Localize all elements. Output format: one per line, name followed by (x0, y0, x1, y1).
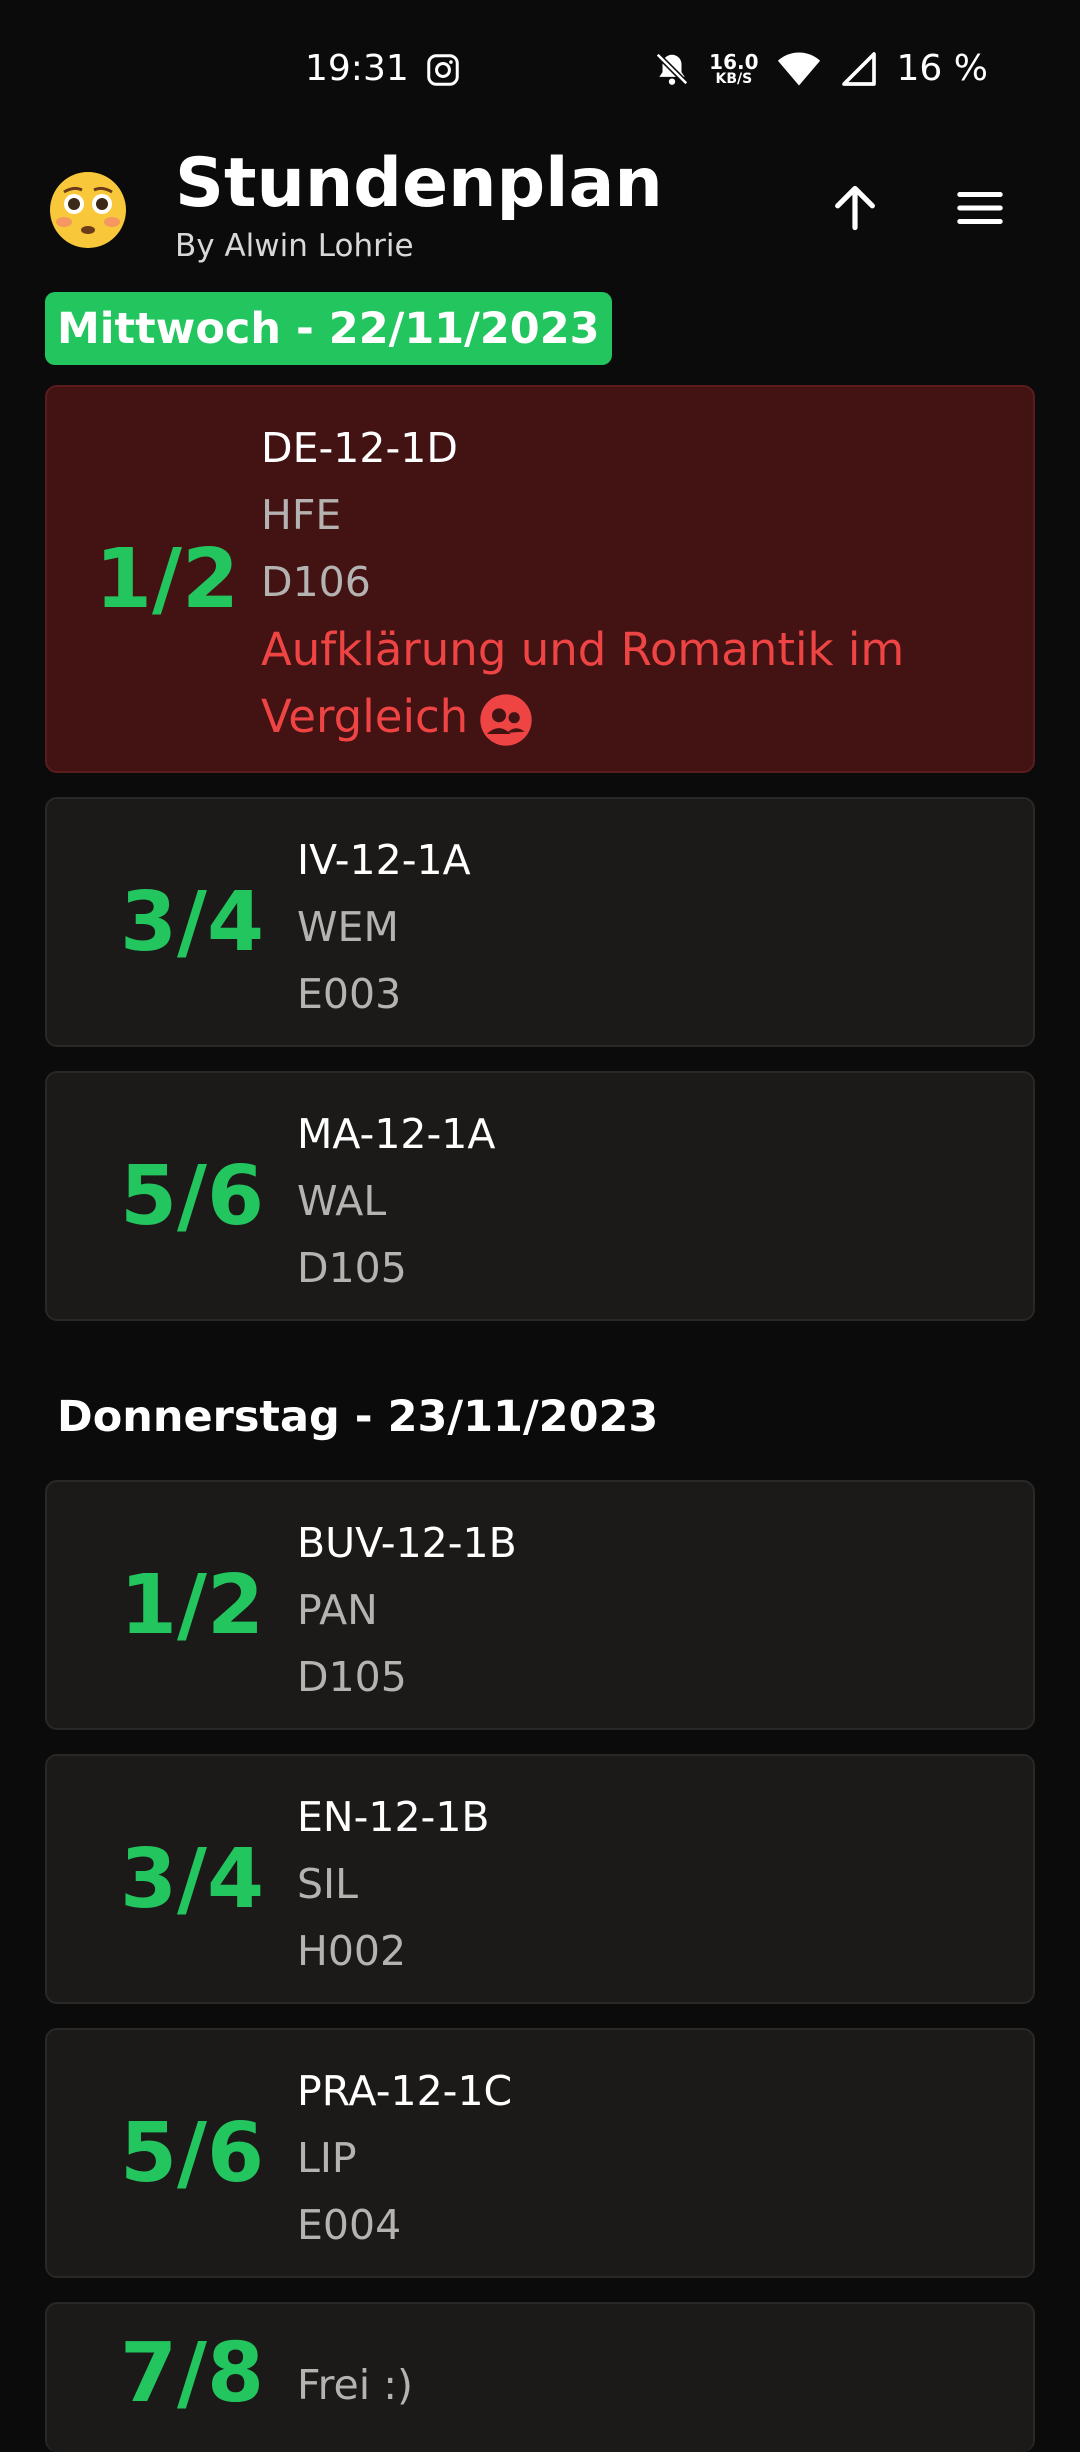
day-heading: Mittwoch - 22/11/2023 (45, 292, 612, 365)
period-number: 1/2 (119, 1557, 265, 1653)
lesson-note-text: Aufklärung und Romantik im Vergleich (261, 623, 905, 743)
lesson-card[interactable]: 5/6 PRA-12-1C LIP E004 (45, 2028, 1035, 2278)
course-code: EN-12-1B (297, 1793, 490, 1841)
free-period-label: Frei :) (297, 2361, 414, 2409)
instagram-icon (427, 54, 459, 86)
people-icon (480, 694, 532, 746)
room-code: D105 (297, 1653, 407, 1701)
battery-level: 16 % (896, 48, 988, 89)
lesson-details: EN-12-1B SIL H002 (297, 1784, 1013, 1985)
period-number: 3/4 (119, 874, 265, 970)
lesson-card[interactable]: 3/4 EN-12-1B SIL H002 (45, 1754, 1035, 2004)
bell-off-icon (655, 52, 689, 85)
course-code: IV-12-1A (297, 836, 471, 884)
course-code: DE-12-1D (261, 424, 458, 472)
arrow-up-icon (835, 185, 875, 231)
app-title: Stundenplan (175, 144, 663, 223)
teacher-code: LIP (297, 2134, 357, 2182)
lesson-card[interactable]: 7/8 Frei :) (45, 2302, 1035, 2452)
lesson-card[interactable]: 3/4 IV-12-1A WEM E003 (45, 797, 1035, 1047)
network-speed-unit: KB/S (715, 70, 753, 87)
lesson-card[interactable]: 1/2 BUV-12-1B PAN D105 (45, 1480, 1035, 1730)
teacher-code: SIL (297, 1860, 358, 1908)
course-code: PRA-12-1C (297, 2067, 513, 2115)
period-number: 1/2 (94, 531, 240, 627)
teacher-code: WAL (297, 1177, 387, 1225)
menu-icon (957, 192, 1003, 224)
period-number: 7/8 (119, 2326, 265, 2421)
status-time: 19:31 (305, 48, 409, 89)
lesson-note: Aufklärung und Romantik im Vergleich (261, 616, 1013, 750)
period-number: 3/4 (119, 1831, 265, 1927)
room-code: D105 (297, 1244, 407, 1292)
status-bar: 19:31 16.0 KB/S 16 % (0, 0, 1080, 140)
lesson-card[interactable]: 1/2 DE-12-1D HFE D106 Aufklärung und Rom… (45, 385, 1035, 773)
lesson-details: BUV-12-1B PAN D105 (297, 1510, 1013, 1711)
flushed-face-emoji (50, 172, 126, 248)
menu-button[interactable] (940, 168, 1020, 248)
lesson-details: PRA-12-1C LIP E004 (297, 2058, 1013, 2259)
teacher-code: WEM (297, 903, 399, 951)
app-subtitle: By Alwin Lohrie (175, 228, 414, 264)
teacher-code: HFE (261, 491, 342, 539)
lesson-details: DE-12-1D HFE D106 Aufklärung und Romanti… (261, 415, 1013, 750)
period-number: 5/6 (119, 1148, 265, 1244)
room-code: E004 (297, 2201, 402, 2249)
course-code: BUV-12-1B (297, 1519, 517, 1567)
room-code: H002 (297, 1927, 407, 1975)
day-heading: Donnerstag - 23/11/2023 (57, 1392, 659, 1442)
lesson-details: MA-12-1A WAL D105 (297, 1101, 1013, 1302)
lesson-details: Frei :) (297, 2352, 1013, 2419)
lesson-card[interactable]: 5/6 MA-12-1A WAL D105 (45, 1071, 1035, 1321)
network-speed: 16.0 KB/S (709, 52, 758, 86)
room-code: E003 (297, 970, 402, 1018)
signal-icon (841, 51, 876, 86)
period-number: 5/6 (119, 2105, 265, 2201)
course-code: MA-12-1A (297, 1110, 496, 1158)
scroll-up-button[interactable] (815, 168, 895, 248)
wifi-icon (777, 52, 820, 85)
teacher-code: PAN (297, 1586, 378, 1634)
room-code: D106 (261, 558, 371, 606)
lesson-details: IV-12-1A WEM E003 (297, 827, 1013, 1028)
network-speed-value: 16.0 (709, 49, 759, 74)
app-header: Stundenplan By Alwin Lohrie (0, 140, 1080, 280)
